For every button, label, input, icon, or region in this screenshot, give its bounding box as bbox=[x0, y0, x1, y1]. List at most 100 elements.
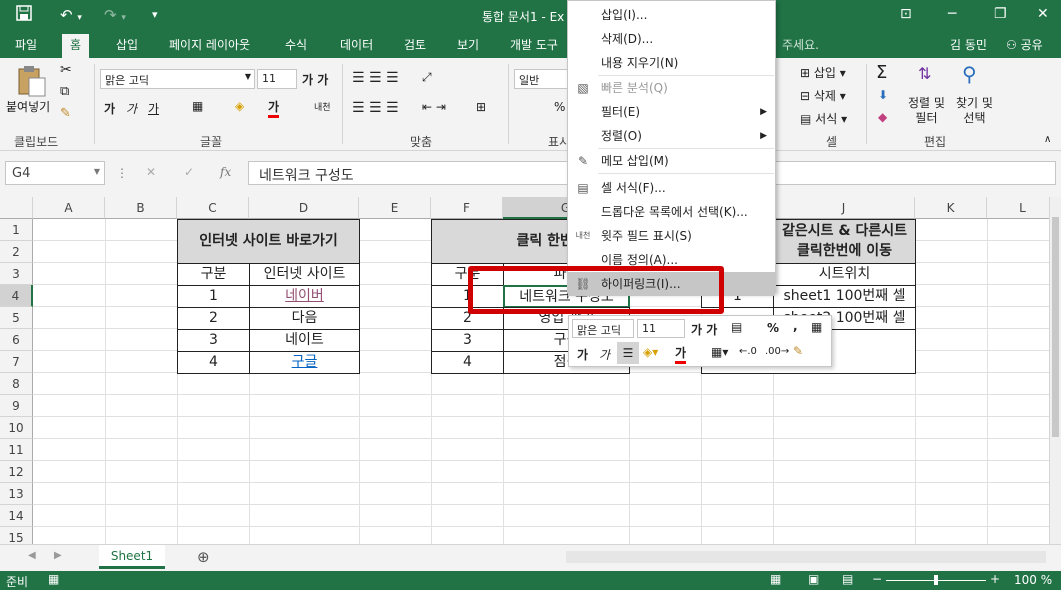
format-cells-button[interactable]: ▤ 서식 ▾ bbox=[800, 110, 847, 127]
paste-button[interactable] bbox=[14, 64, 48, 101]
row-header-8[interactable]: 8 bbox=[0, 373, 33, 395]
mini-comma-button[interactable]: , bbox=[793, 319, 798, 333]
page-layout-view-icon[interactable]: ▣ bbox=[808, 572, 819, 586]
column-header-b[interactable]: B bbox=[105, 197, 177, 219]
find-select-button[interactable]: 찾기 및 선택 bbox=[956, 96, 993, 126]
mini-format-painter-icon[interactable]: ✎ bbox=[793, 344, 803, 358]
merge-center-icon[interactable]: ⊞ bbox=[476, 100, 486, 114]
tab-page-layout[interactable]: 페이지 레이아웃 bbox=[169, 36, 250, 53]
borders-icon[interactable]: ▦ bbox=[192, 99, 203, 113]
mini-format-table-icon[interactable]: ▦ bbox=[811, 320, 822, 334]
row-header-6[interactable]: 6 bbox=[0, 329, 33, 351]
mini-font-name-combo[interactable]: 맑은 고딕 bbox=[572, 319, 634, 338]
align-left-icon[interactable]: ☰ ☰ ☰ bbox=[352, 100, 399, 116]
column-header-k[interactable]: K bbox=[915, 197, 987, 219]
minimize-icon[interactable]: ─ bbox=[948, 6, 956, 22]
decrease-decimal-icon[interactable]: .00→ bbox=[765, 346, 789, 357]
row-header-5[interactable]: 5 bbox=[0, 307, 33, 329]
row-header-4[interactable]: 4 bbox=[0, 285, 33, 307]
context-menu-item-5[interactable]: 정렬(O) ▶ bbox=[568, 124, 775, 148]
tab-data[interactable]: 데이터 bbox=[340, 36, 373, 53]
column-header-e[interactable]: E bbox=[359, 197, 431, 219]
insert-function-icon[interactable]: fx bbox=[220, 165, 231, 179]
tab-file[interactable]: 파일 bbox=[15, 36, 37, 53]
row-header-11[interactable]: 11 bbox=[0, 439, 33, 461]
horizontal-scrollbar[interactable] bbox=[566, 551, 1046, 563]
user-name[interactable]: 김 동민 bbox=[950, 36, 987, 53]
mini-fill-color-icon[interactable]: ◈▾ bbox=[643, 345, 658, 359]
table1-cell-link[interactable]: 네이버 bbox=[249, 285, 360, 308]
mini-center-align-icon[interactable]: ☰ bbox=[617, 342, 639, 364]
zoom-out-icon[interactable]: − bbox=[872, 572, 882, 586]
mini-italic-icon[interactable]: 가 bbox=[599, 346, 610, 363]
share-button[interactable]: ⚇ 공유 bbox=[1006, 36, 1043, 53]
delete-cells-button[interactable]: ⊟ 삭제 ▾ bbox=[800, 87, 846, 104]
sort-filter-button[interactable]: 정렬 및 필터 bbox=[908, 96, 945, 126]
row-header-12[interactable]: 12 bbox=[0, 461, 33, 483]
prev-sheet-icon[interactable]: ◀ bbox=[28, 550, 36, 561]
tab-home[interactable]: 홈 bbox=[62, 34, 90, 58]
mini-font-size-combo[interactable]: 11 bbox=[637, 319, 685, 338]
redo-icon[interactable]: ↷ ▾ bbox=[104, 5, 126, 28]
customize-icon[interactable]: ▾ bbox=[152, 5, 158, 25]
close-icon[interactable]: ✕ bbox=[1037, 6, 1049, 22]
collapse-ribbon-icon[interactable]: ∧ bbox=[1044, 134, 1051, 145]
font-color-icon[interactable]: 가 bbox=[268, 98, 280, 118]
normal-view-icon[interactable]: ▦ bbox=[770, 572, 781, 586]
cancel-icon[interactable]: ✕ bbox=[146, 165, 156, 179]
row-header-10[interactable]: 10 bbox=[0, 417, 33, 439]
name-box[interactable]: G4 ▼ bbox=[5, 161, 105, 185]
enter-icon[interactable]: ✓ bbox=[184, 165, 194, 179]
row-header-1[interactable]: 1 bbox=[0, 219, 33, 241]
undo-icon[interactable]: ↶ ▾ bbox=[60, 5, 82, 28]
tab-formulas[interactable]: 수식 bbox=[285, 36, 307, 53]
row-header-9[interactable]: 9 bbox=[0, 395, 33, 417]
mini-percent-button[interactable]: % bbox=[767, 321, 779, 335]
number-format-combo[interactable]: 일반 bbox=[514, 69, 568, 89]
orientation-icon[interactable]: ⤢ bbox=[422, 70, 432, 85]
tab-view[interactable]: 보기 bbox=[457, 36, 479, 53]
restore-icon[interactable]: ❐ bbox=[994, 6, 1007, 22]
context-menu-item-7[interactable]: ▤ 셀 서식(F)... bbox=[568, 176, 775, 200]
indent-icon[interactable]: ⇤ ⇥ bbox=[422, 100, 446, 114]
vertical-scrollbar[interactable] bbox=[1049, 197, 1061, 544]
underline-icon[interactable]: 가 bbox=[148, 100, 159, 117]
context-menu-item-9[interactable]: 내천 윗주 필드 표시(S) bbox=[568, 224, 775, 248]
column-header-c[interactable]: C bbox=[177, 197, 249, 219]
row-header-2[interactable]: 2 bbox=[0, 241, 33, 263]
row-header-3[interactable]: 3 bbox=[0, 263, 33, 285]
context-menu-item-4[interactable]: 필터(E) ▶ bbox=[568, 100, 775, 124]
mini-borders-icon[interactable]: ▦▾ bbox=[711, 345, 728, 359]
find-icon[interactable]: ⚲ bbox=[962, 62, 977, 86]
table1-cell-link[interactable]: 네이트 bbox=[249, 329, 360, 352]
copy-icon[interactable]: ⧉ bbox=[60, 84, 69, 99]
zoom-in-icon[interactable]: + bbox=[990, 572, 1000, 586]
clear-icon[interactable]: ◆ bbox=[878, 110, 887, 124]
font-name-combo[interactable]: 맑은 고딕 ▼ bbox=[100, 69, 255, 89]
worksheet-grid[interactable]: ABCDEFGHIJKL123456789101112131415인터넷 사이트… bbox=[0, 197, 1049, 544]
table1-cell-link[interactable]: 구글 bbox=[249, 351, 360, 374]
zoom-level[interactable]: 100 % bbox=[1014, 573, 1052, 587]
table3-cell-link[interactable]: sheet1 100번째 셀 bbox=[773, 285, 916, 308]
row-header-13[interactable]: 13 bbox=[0, 483, 33, 505]
bold-icon[interactable]: 가 bbox=[104, 100, 115, 117]
mini-bold-icon[interactable]: 가 bbox=[577, 346, 588, 363]
column-header-j[interactable]: J bbox=[773, 197, 915, 219]
save-icon[interactable] bbox=[16, 5, 32, 26]
new-sheet-icon[interactable]: ⊕ bbox=[197, 548, 210, 566]
context-menu-item-6[interactable]: ✎ 메모 삽입(M) bbox=[568, 149, 775, 173]
mini-font-color-icon[interactable]: 가 bbox=[675, 344, 687, 364]
next-sheet-icon[interactable]: ▶ bbox=[54, 550, 62, 561]
tab-developer[interactable]: 개발 도구 bbox=[510, 36, 558, 53]
insert-cells-button[interactable]: ⊞ 삽입 ▾ bbox=[800, 64, 846, 81]
scroll-thumb[interactable] bbox=[1052, 217, 1059, 437]
ribbon-display-icon[interactable]: ⊡ bbox=[900, 6, 912, 22]
tab-insert[interactable]: 삽입 bbox=[116, 36, 138, 53]
sort-filter-icon[interactable]: ⇅ bbox=[918, 64, 931, 83]
cut-icon[interactable]: ✂ bbox=[60, 62, 72, 78]
phonetic-guide-icon[interactable]: 내천 bbox=[314, 100, 331, 113]
table1-cell-link[interactable]: 다음 bbox=[249, 307, 360, 330]
italic-icon[interactable]: 가 bbox=[126, 100, 137, 117]
column-header-a[interactable]: A bbox=[33, 197, 105, 219]
sheet-tab-sheet1[interactable]: Sheet1 bbox=[99, 545, 165, 569]
